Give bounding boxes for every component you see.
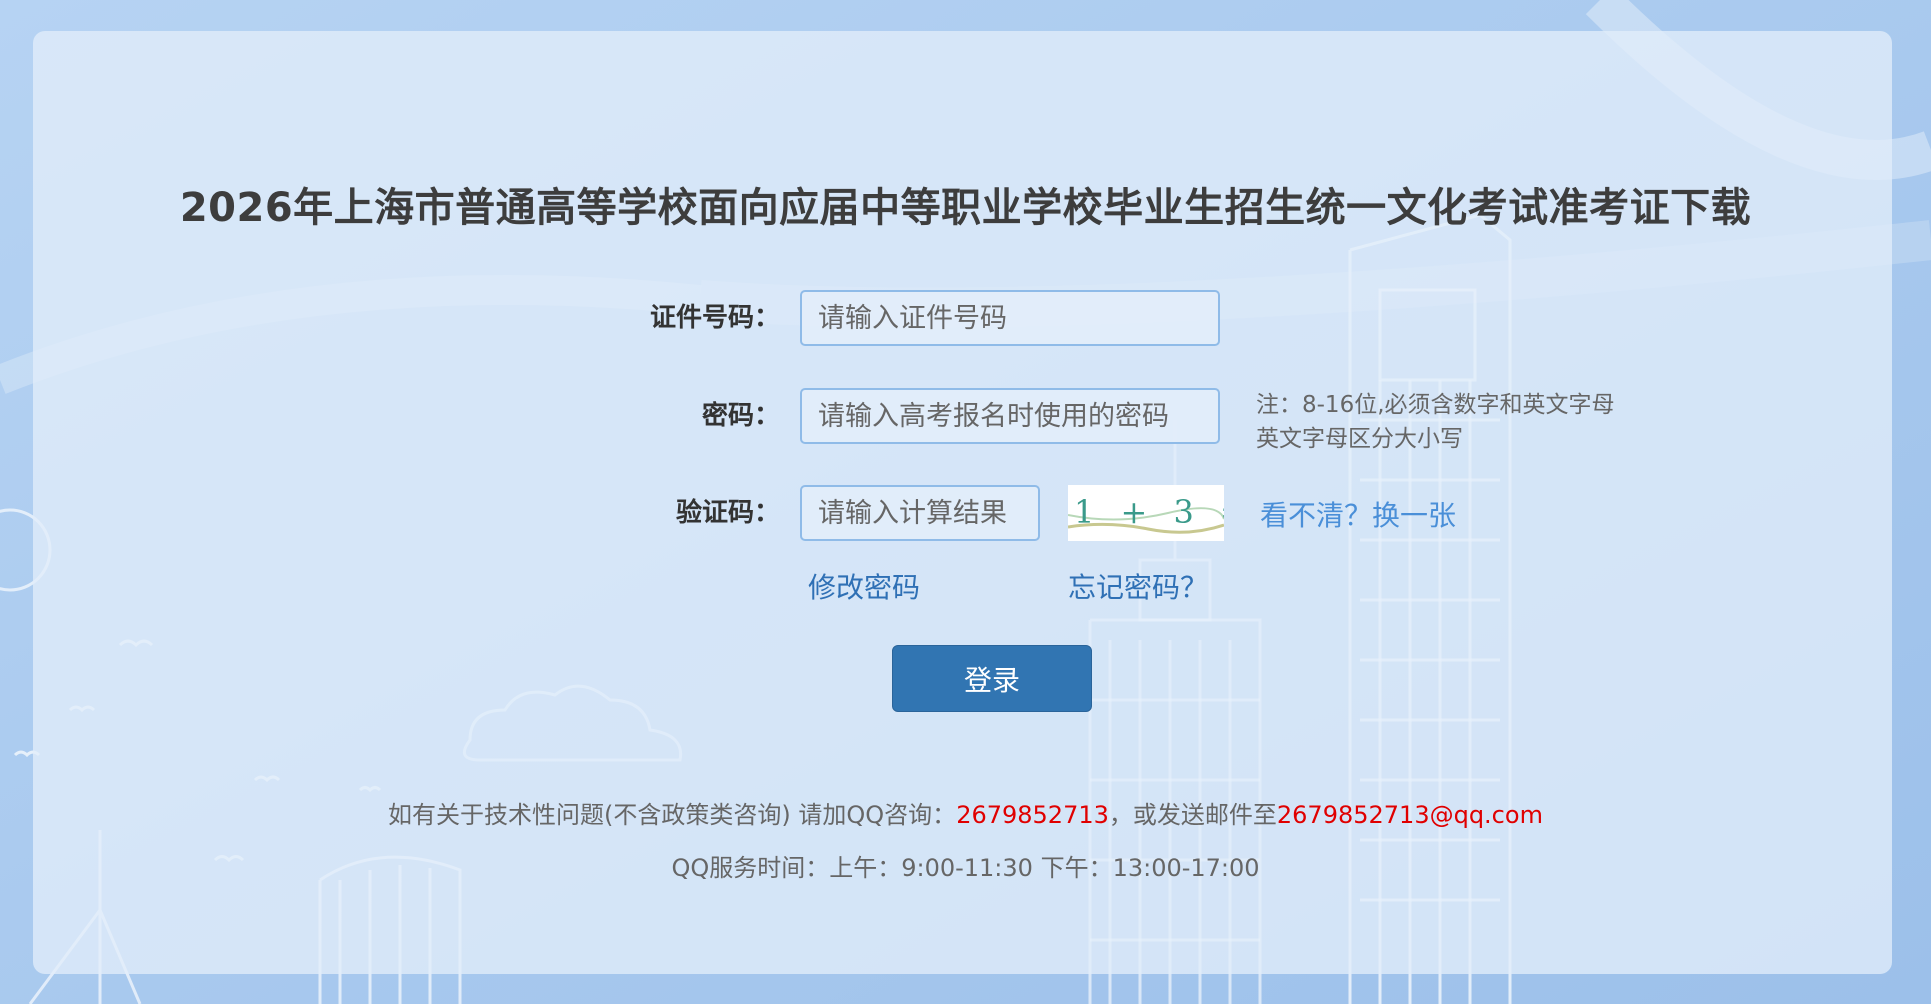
service-hours: QQ服务时间：上午：9:00-11:30 下午：13:00-17:00 — [671, 854, 1260, 882]
password-label: 密码： — [701, 401, 780, 431]
support-prefix-text: 如有关于技术性问题(不含政策类咨询) 请加QQ咨询： — [388, 801, 957, 829]
captcha-row: 验证码： — [0, 485, 780, 541]
password-input[interactable] — [800, 388, 1220, 444]
forgot-password-link[interactable]: 忘记密码？ — [1068, 566, 1208, 606]
id-number-input[interactable] — [800, 290, 1220, 346]
refresh-captcha-link[interactable]: 看不清？换一张 — [1260, 494, 1456, 534]
support-contact-line: 如有关于技术性问题(不含政策类咨询) 请加QQ咨询：2679852713，或发送… — [0, 795, 1931, 830]
captcha-text: 1 + 3 = — [1074, 493, 1224, 531]
password-note-line-2: 英文字母区分大小写 — [1256, 426, 1463, 452]
captcha-label: 验证码： — [675, 498, 780, 528]
support-middle-text: ，或发送邮件至 — [1108, 801, 1277, 829]
support-email: 2679852713@qq.com — [1276, 801, 1543, 829]
page-content: 2026年上海市普通高等学校面向应届中等职业学校毕业生招生统一文化考试准考证下载… — [0, 0, 1931, 1004]
support-qq-number: 2679852713 — [956, 801, 1109, 829]
captcha-image[interactable]: 1 + 3 = — [1068, 485, 1224, 541]
login-button[interactable]: 登录 — [892, 645, 1092, 712]
change-password-link[interactable]: 修改密码 — [808, 566, 920, 606]
id-number-row: 证件号码： — [0, 290, 780, 346]
password-note-line-1: 注：8-16位,必须含数字和英文字母 — [1256, 392, 1615, 418]
captcha-input[interactable] — [800, 485, 1040, 541]
id-number-label: 证件号码： — [649, 303, 780, 333]
page-title: 2026年上海市普通高等学校面向应届中等职业学校毕业生招生统一文化考试准考证下载 — [179, 185, 1752, 231]
password-row: 密码： — [0, 388, 780, 444]
password-note: 注：8-16位,必须含数字和英文字母 英文字母区分大小写 — [1256, 388, 1615, 456]
